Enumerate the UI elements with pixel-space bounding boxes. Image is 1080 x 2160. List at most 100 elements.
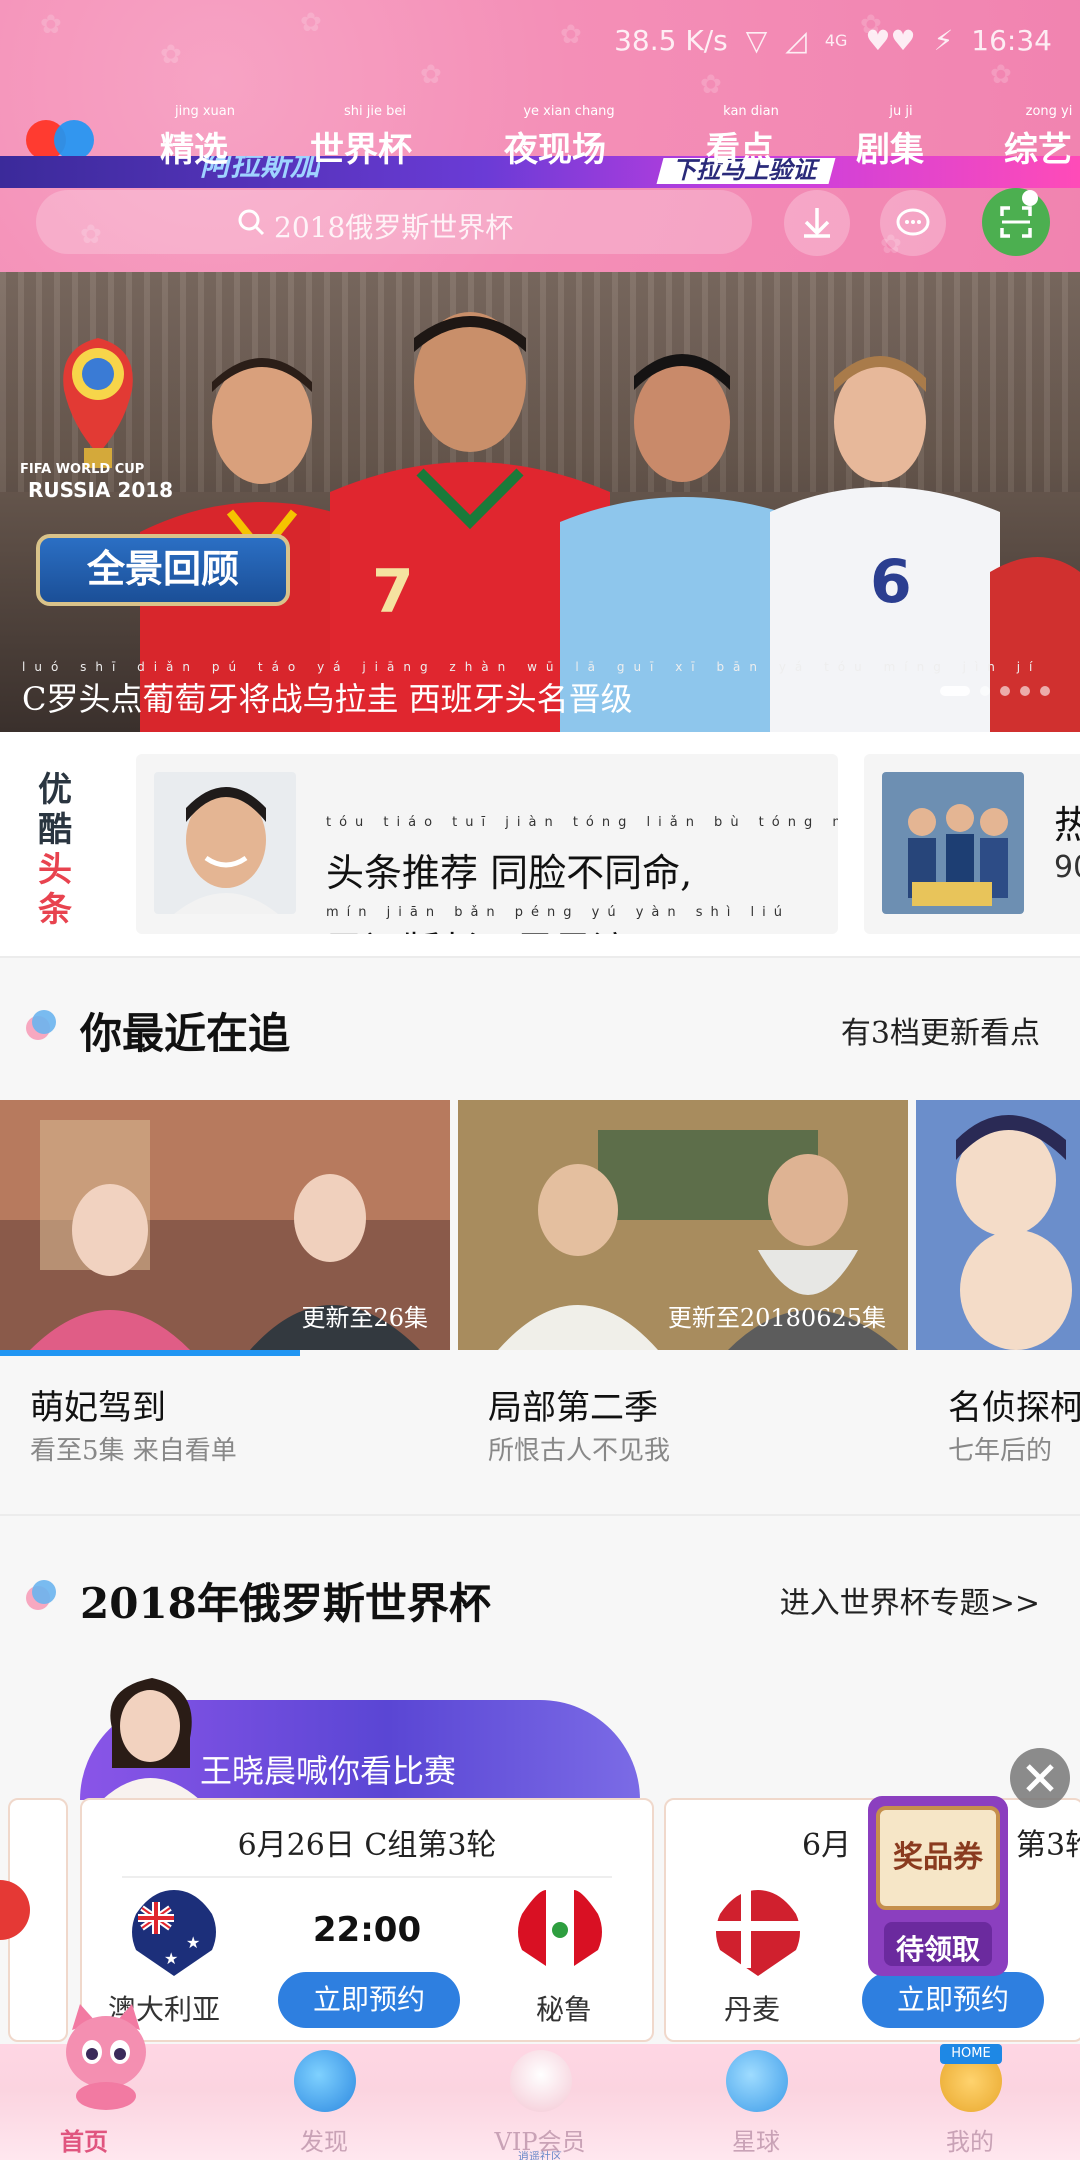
following-card[interactable]: 更新至20180625集 — [458, 1100, 908, 1356]
heart-icon: ♥♥ — [865, 23, 916, 57]
scan-button[interactable] — [982, 188, 1050, 256]
planet-icon — [726, 2050, 788, 2112]
coupon-status: 待领取 — [895, 1933, 980, 1966]
network-type: 4G — [824, 30, 848, 50]
paw-pattern-icon: ✿ — [560, 20, 582, 50]
paw-pattern-icon: ✿ — [990, 60, 1012, 90]
svg-text:★: ★ — [164, 1949, 178, 1968]
headline-card-2[interactable]: 热 90 — [864, 754, 1080, 934]
vip-icon — [510, 2050, 572, 2112]
tab-label: 综艺 — [1004, 130, 1072, 170]
reserve-button[interactable]: 立即预约 — [862, 1972, 1044, 2028]
match-card[interactable]: 6月26日 C组第3轮 ★ ★ 22:00 澳大利亚 秘鲁 立即预约 — [80, 1798, 654, 2042]
tab-pinyin: zong yi — [1025, 104, 1073, 119]
carousel-dot[interactable] — [940, 686, 970, 696]
discover-icon — [294, 2050, 356, 2112]
youku-headlines: 优酷 头条 tóu tiáo tuī jiàn tóng liǎn bù tón… — [0, 732, 1080, 956]
bottom-nav: 首页 发现 VIP会员 逍遥社区 星球 HOME 我的 — [0, 2044, 1080, 2160]
nav-discover-label: 发现 — [300, 2128, 348, 2156]
worldcup-topic-link[interactable]: 进入世界杯专题>> — [780, 1578, 1040, 1622]
tab-pinyin: jing xuan — [175, 104, 235, 119]
paw-pattern-icon: ✿ — [300, 8, 322, 38]
worldcup-title: 2018年俄罗斯世界杯 — [80, 1579, 491, 1628]
nav-planet[interactable]: 星球 — [686, 2044, 826, 2160]
banner-title-text: C罗头点葡萄牙将战乌拉圭 西班牙头名晋级 — [22, 680, 633, 718]
vip-subtitle: 逍遥社区 — [518, 2150, 562, 2160]
signal-icon: ◿ — [785, 23, 807, 57]
tab-pinyin: ye xian chang — [523, 104, 615, 119]
message-button[interactable] — [880, 190, 946, 256]
headline-pinyin: tóu tiáo tuī jiàn tóng liǎn bù tóng mìng — [326, 815, 838, 830]
tab-pinyin: shi jie bei — [344, 104, 406, 119]
svg-text:6: 6 — [870, 547, 912, 617]
following-sub-2: 所恨古人不见我 — [488, 1436, 671, 1466]
tab-zongyi[interactable]: zong yi 综艺 — [1004, 104, 1080, 170]
nav-mine[interactable]: HOME 我的 — [900, 2044, 1040, 2160]
headline-2-text: 热 — [1054, 803, 1080, 847]
following-title: 你最近在追 — [80, 1009, 291, 1058]
following-sub-1: 看至5集 来自看单 — [30, 1436, 237, 1466]
home-badge: HOME — [940, 2044, 1002, 2064]
tab-kandian[interactable]: kan dian 看点 — [706, 104, 796, 170]
worldcup-band-text: 王晓晨喊你看比赛 — [200, 1752, 457, 1790]
carousel-dot[interactable] — [1000, 686, 1010, 696]
youku-headlines-logo: 优酷 头条 — [30, 770, 80, 930]
world-cup-trophy-icon — [63, 338, 133, 468]
match-date: 6月26日 C组第3轮 — [237, 1828, 497, 1863]
headline-thumbnail — [882, 772, 1024, 914]
worldcup-header: 2018年俄罗斯世界杯 进入世界杯专题>> — [0, 1560, 1080, 1640]
close-button[interactable] — [1010, 1748, 1070, 1808]
paw-pattern-icon: ✿ — [700, 70, 722, 100]
reserve-button[interactable]: 立即预约 — [278, 1972, 460, 2028]
tab-pinyin: kan dian — [723, 104, 779, 119]
match-round: 第3轮 — [1016, 1828, 1080, 1863]
carousel-dot[interactable] — [980, 686, 990, 696]
headline-card[interactable]: tóu tiáo tuī jiàn tóng liǎn bù tóng mìng… — [136, 754, 838, 934]
tab-juji[interactable]: ju ji 剧集 — [856, 104, 946, 170]
tab-jingxuan[interactable]: jing xuan 精选 — [160, 104, 250, 170]
tab-label: 精选 — [160, 130, 228, 170]
tab-label: 看点 — [706, 130, 774, 170]
status-bar: 38.5 K/s ▽ ◿ 4G ♥♥ ⚡ 16:34 — [614, 18, 1052, 62]
network-speed: 38.5 K/s — [614, 23, 728, 57]
nav-home-label: 首页 — [60, 2127, 108, 2156]
world-cup-badge-line2: RUSSIA 2018 — [28, 478, 174, 502]
scan-icon — [1000, 190, 1038, 238]
clock: 16:34 — [971, 23, 1052, 57]
following-card[interactable] — [916, 1100, 1080, 1356]
tab-shijiebei[interactable]: shi jie bei 世界杯 — [310, 104, 440, 170]
watch-progress-bar — [0, 1350, 300, 1356]
anime-thumbnail — [916, 1100, 1080, 1350]
host-avatar — [102, 1678, 200, 1800]
tab-yexianchang[interactable]: ye xian chang 夜现场 — [504, 104, 634, 170]
team-name-2: 秘鲁 — [535, 1993, 592, 2026]
channel-nav: jing xuan 精选 shi jie bei 世界杯 ye xian cha… — [0, 104, 1080, 170]
headline-thumbnail — [154, 772, 296, 914]
peru-flag-icon — [518, 1890, 602, 1976]
carousel-dot[interactable] — [1020, 686, 1030, 696]
tab-label: 夜现场 — [504, 130, 606, 170]
panorama-review-tag: 全景回顾 — [36, 534, 290, 606]
nav-planet-label: 星球 — [732, 2128, 780, 2156]
nav-discover[interactable]: 发现 — [254, 2044, 394, 2160]
following-sub-3: 七年后的 — [948, 1436, 1053, 1466]
paw-pattern-icon: ✿ — [40, 10, 62, 40]
following-card[interactable]: 更新至26集 — [0, 1100, 450, 1356]
download-button[interactable] — [784, 190, 850, 256]
tab-pinyin: ju ji — [889, 104, 913, 119]
tab-label: 世界杯 — [310, 130, 412, 170]
hero-banner[interactable]: 7 6 FIFA WORLD CUP RUSSIA 2018 全景回顾 luó … — [0, 272, 1080, 732]
world-cup-badge-line1: FIFA WORLD CUP — [20, 462, 145, 477]
update-label: 更新至20180625集 — [667, 1304, 886, 1332]
battery-icon: ⚡ — [933, 23, 954, 57]
banner-title-pinyin: luó shī diǎn pú táo yá jiāng zhàn wū lā … — [22, 660, 1042, 674]
nav-vip[interactable]: VIP会员 逍遥社区 — [470, 2044, 610, 2160]
carousel-dot[interactable] — [1040, 686, 1050, 696]
flag-icon — [0, 1880, 30, 1940]
logo-text-bottom: 头条 — [38, 850, 72, 930]
following-title-2: 局部第二季 — [488, 1388, 658, 1428]
following-update-link[interactable]: 有3档更新看点 — [841, 1008, 1040, 1052]
search-placeholder: 2018俄罗斯世界杯 — [274, 211, 514, 244]
chat-icon — [896, 208, 930, 236]
coupon-title: 奖品券 — [893, 1840, 983, 1875]
